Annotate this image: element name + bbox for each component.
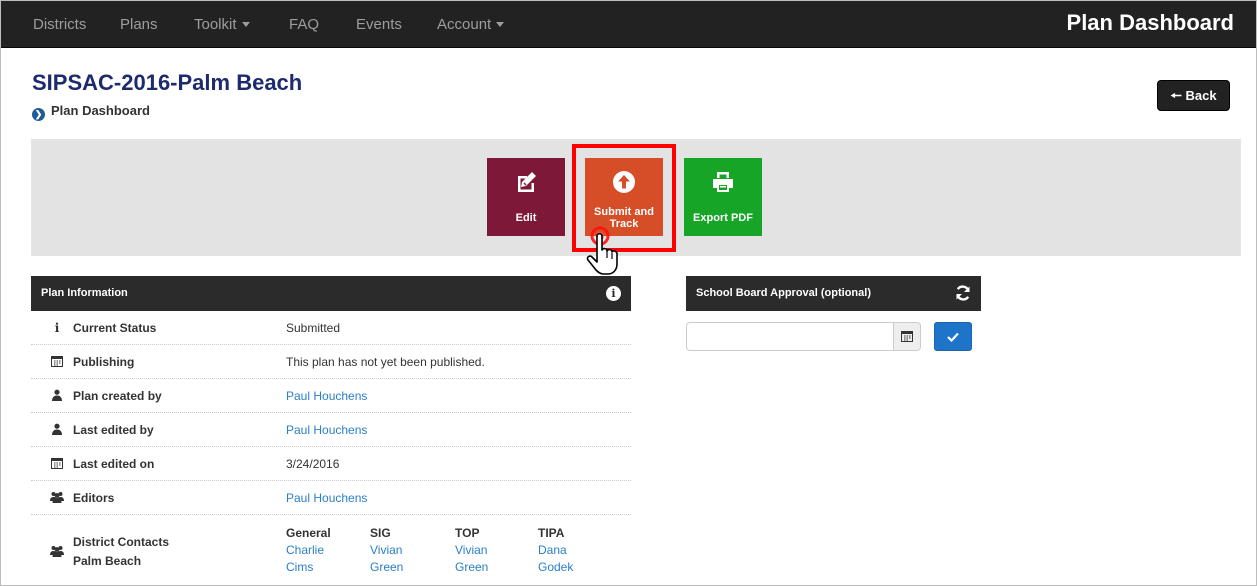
nav-toolkit[interactable]: Toolkit (194, 1, 250, 48)
nav-account-label: Account (437, 16, 492, 33)
calendar-icon (51, 356, 63, 367)
nav-districts[interactable]: Districts (33, 1, 86, 48)
school-board-approval-title: School Board Approval (optional) (696, 287, 871, 299)
approval-date-input[interactable] (686, 322, 894, 351)
row-value: Submitted (286, 321, 341, 335)
row-value: 3/24/2016 (286, 457, 340, 471)
row-label: Last edited on (73, 457, 155, 471)
back-button[interactable]: 🠔 Back (1157, 80, 1230, 111)
last-editor-link[interactable]: Paul Houchens (286, 423, 367, 437)
contact-column-head: TOP (455, 526, 480, 540)
refresh-icon[interactable] (955, 285, 971, 301)
contact-link[interactable]: Vivian (370, 542, 403, 559)
edit-icon (518, 172, 536, 192)
row-label: Last edited by (73, 423, 154, 437)
school-board-approval-header: School Board Approval (optional) (686, 276, 981, 311)
plan-information-header: Plan Information i (31, 276, 631, 311)
chevron-down-icon (241, 21, 250, 27)
calendar-icon (901, 331, 913, 342)
contact-column-top: TOP Vivian Green (455, 525, 488, 576)
users-icon (50, 546, 64, 557)
district-name-label: Palm Beach (73, 554, 142, 568)
contact-link[interactable]: Cims (286, 559, 331, 576)
nav-account[interactable]: Account (437, 1, 505, 48)
nav-events[interactable]: Events (356, 1, 402, 48)
contact-column-sig: SIG Vivian Green (370, 525, 403, 576)
info-row-publishing: Publishing This plan has not yet been pu… (31, 345, 631, 379)
info-row-current-status: i Current Status Submitted (31, 311, 631, 345)
confirm-approval-button[interactable] (934, 322, 972, 351)
info-icon: i (54, 321, 60, 335)
users-icon (50, 492, 64, 503)
navbar-brand[interactable]: Plan Dashboard (1067, 1, 1234, 48)
contact-link[interactable]: Godek (538, 559, 573, 576)
user-icon (52, 389, 62, 401)
info-row-last-edited-on: Last edited on 3/24/2016 (31, 447, 631, 481)
top-navbar: Districts Plans Toolkit FAQ Events Accou… (1, 1, 1256, 48)
nav-plans[interactable]: Plans (120, 1, 158, 48)
contact-column-general: General Charlie Cims (286, 525, 331, 576)
page-title: SIPSAC-2016-Palm Beach (32, 70, 303, 95)
contact-column-head: TIPA (538, 526, 565, 540)
nav-toolkit-label: Toolkit (194, 16, 237, 33)
edit-button[interactable]: Edit (487, 158, 565, 236)
contact-column-head: SIG (370, 526, 391, 540)
contact-link[interactable]: Dana (538, 542, 573, 559)
chevron-down-icon (496, 21, 505, 27)
contact-link[interactable]: Green (455, 559, 488, 576)
export-pdf-button[interactable]: Export PDF (684, 158, 762, 236)
check-icon (947, 332, 959, 343)
contact-link[interactable]: Vivian (455, 542, 488, 559)
export-pdf-button-label: Export PDF (693, 212, 753, 224)
breadcrumb: ❯ Plan Dashboard (32, 103, 150, 121)
row-label: Publishing (73, 355, 135, 369)
info-row-plan-created-by: Plan created by Paul Houchens (31, 379, 631, 413)
contact-column-head: General (286, 526, 331, 540)
row-label: Current Status (73, 321, 157, 335)
contact-column-tipa: TIPA Dana Godek (538, 525, 573, 576)
editor-link[interactable]: Paul Houchens (286, 491, 367, 505)
breadcrumb-label: Plan Dashboard (51, 103, 150, 118)
row-label: Editors (73, 491, 115, 505)
row-value: This plan has not yet been published. (286, 355, 485, 369)
chevron-right-circle-icon: ❯ (32, 108, 45, 121)
nav-faq[interactable]: FAQ (289, 1, 319, 48)
row-label: Plan created by (73, 389, 162, 403)
calendar-icon (51, 458, 63, 469)
info-row-editors: Editors Paul Houchens (31, 481, 631, 515)
district-contacts-label: District Contacts (73, 535, 170, 549)
contact-link[interactable]: Green (370, 559, 403, 576)
plan-creator-link[interactable]: Paul Houchens (286, 389, 367, 403)
edit-button-label: Edit (515, 212, 537, 224)
info-row-district-contacts: District Contacts Palm Beach General Cha… (31, 515, 631, 586)
calendar-picker-button[interactable] (893, 322, 921, 351)
back-button-label: Back (1185, 88, 1217, 103)
plan-information-title: Plan Information (41, 287, 128, 299)
arrow-left-icon: 🠔 (1170, 88, 1182, 103)
printer-icon (713, 172, 733, 192)
info-icon[interactable]: i (606, 286, 621, 301)
user-icon (52, 423, 62, 435)
info-row-last-edited-by: Last edited by Paul Houchens (31, 413, 631, 447)
contact-link[interactable]: Charlie (286, 542, 331, 559)
